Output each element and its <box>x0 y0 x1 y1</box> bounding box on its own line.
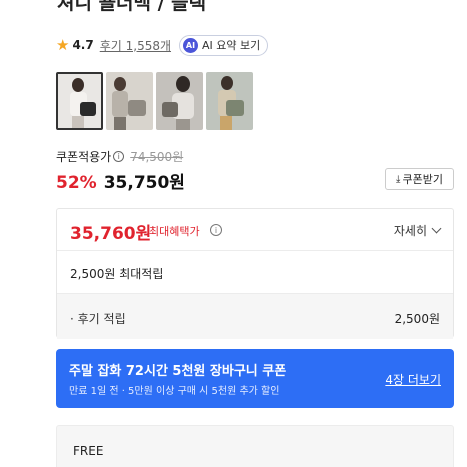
points-detail: · 후기 적립 2,500원 <box>57 293 453 339</box>
rating-row: ★ 4.7 후기 1,558개 AI AI 요약 보기 <box>56 34 269 56</box>
shipping-free: FREE <box>73 444 104 458</box>
thumbnail-gallery <box>56 72 253 130</box>
review-points-value: 2,500원 <box>394 312 440 326</box>
promo-title: 주말 잡화 72시간 5천원 장바구니 쿠폰 <box>69 364 287 379</box>
sale-price: 35,750원 <box>103 173 185 193</box>
chevron-down-icon <box>431 223 442 234</box>
ai-summary-button[interactable]: AI AI 요약 보기 <box>179 34 269 56</box>
reviews-link[interactable]: 후기 1,558개 <box>100 37 171 54</box>
ai-icon: AI <box>183 37 199 53</box>
review-points-label: · 후기 적립 <box>70 312 126 326</box>
promo-subtitle: 만료 1일 전 · 5만원 이상 구매 시 5천원 추가 할인 <box>69 386 280 397</box>
max-benefit-price: 35,760원 <box>70 224 152 244</box>
thumbnail-4[interactable] <box>206 72 253 130</box>
promo-banner[interactable]: 주말 잡화 72시간 5천원 장바구니 쿠폰 만료 1일 전 · 5만원 이상 … <box>56 349 454 408</box>
thumbnail-image <box>56 72 103 130</box>
max-benefit-label: 최대혜택가 <box>149 225 200 238</box>
price-row: 52% 35,750원 <box>56 168 185 193</box>
original-price: 74,500원 <box>130 149 184 164</box>
coupon-price-row: 쿠폰적용가 i 74,500원 <box>56 148 183 164</box>
info-icon[interactable]: i <box>113 150 125 162</box>
thumbnail-image <box>206 72 253 130</box>
rating-value: 4.7 <box>72 38 94 52</box>
more-coupons-link[interactable]: 4장 더보기 <box>385 371 441 388</box>
thumbnail-1[interactable] <box>56 72 103 130</box>
info-icon[interactable]: i <box>210 224 222 236</box>
max-points: 2,500원 최대적립 <box>70 267 164 281</box>
details-label: 자세히 <box>393 224 427 238</box>
shipping-panel: FREE <box>56 425 454 467</box>
thumbnail-image <box>156 72 203 130</box>
discount-rate: 52% <box>56 173 97 193</box>
coupon-download-button[interactable]: ⤓ 쿠폰받기 <box>385 168 454 190</box>
coupon-button-label: 쿠폰받기 <box>402 173 443 186</box>
download-icon: ⤓ <box>396 173 401 185</box>
product-title: 져니 숄더백 / 블랙 <box>57 0 207 14</box>
benefit-header: 35,760원 최대혜택가 i 자세히 <box>57 209 453 251</box>
thumbnail-2[interactable] <box>106 72 153 130</box>
thumbnail-3[interactable] <box>156 72 203 130</box>
coupon-price-label: 쿠폰적용가 <box>56 149 112 164</box>
benefit-panel: 35,760원 최대혜택가 i 자세히 2,500원 최대적립 · 후기 적립 … <box>56 208 454 339</box>
thumbnail-image <box>106 72 153 130</box>
star-icon: ★ <box>56 35 70 54</box>
ai-summary-label: AI 요약 보기 <box>202 39 261 52</box>
details-toggle[interactable]: 자세히 <box>393 222 442 239</box>
